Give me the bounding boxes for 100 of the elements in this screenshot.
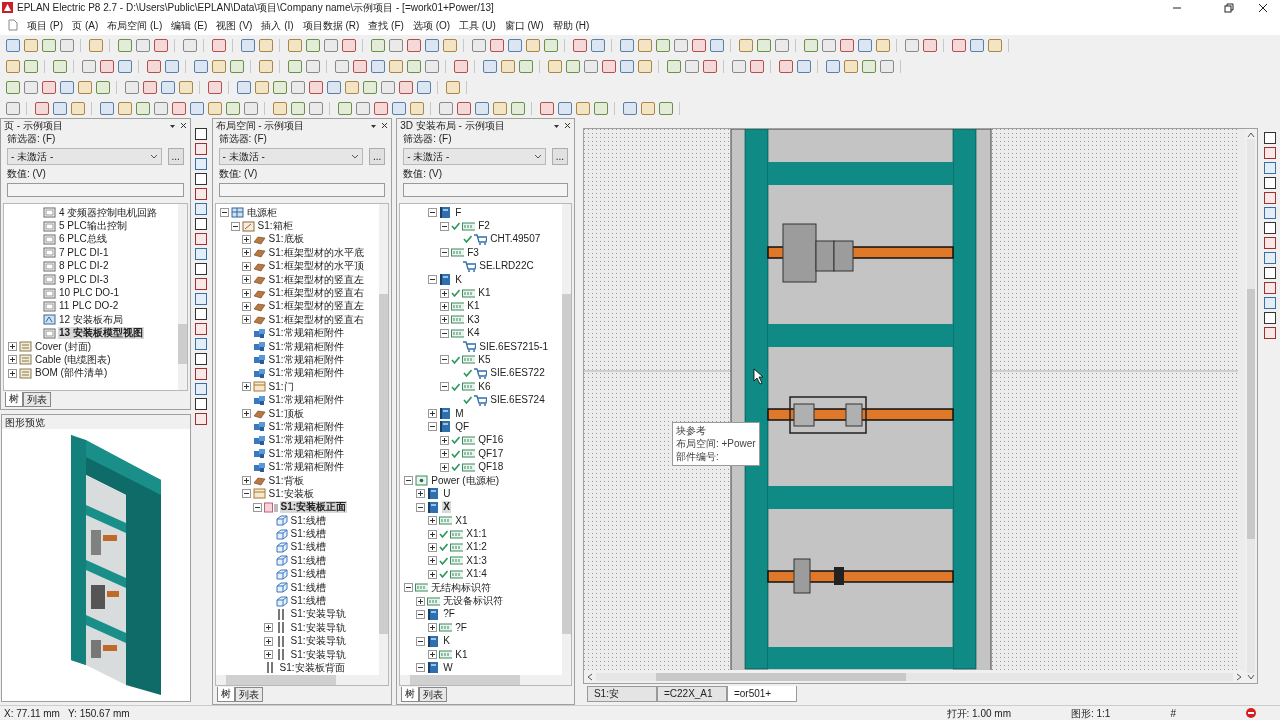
toolbar-button[interactable] (970, 39, 984, 52)
collapse-icon[interactable] (404, 583, 414, 593)
toolbar-button[interactable] (100, 60, 114, 73)
toolbar-button[interactable] (674, 39, 688, 52)
toolbar-button[interactable] (392, 102, 406, 115)
toolbar-button[interactable] (154, 39, 168, 52)
toolbar-button[interactable] (96, 81, 110, 94)
tree-item[interactable]: S1:安装导轨 (289, 635, 347, 648)
collapse-icon[interactable] (230, 221, 240, 231)
expand-icon[interactable] (263, 636, 273, 646)
toolbar-button[interactable] (594, 102, 608, 115)
expand-icon[interactable] (428, 650, 438, 660)
collapse-icon[interactable] (416, 502, 426, 512)
tree-item[interactable]: Cover (封面) (34, 340, 93, 353)
tree-item[interactable]: ?F (454, 621, 468, 634)
menu-item[interactable]: 页 (A) (72, 17, 99, 33)
tree-item[interactable]: X1:1 (465, 528, 488, 541)
drawing-tool-button[interactable] (1264, 192, 1277, 204)
more-button[interactable]: ... (551, 148, 568, 165)
toolbar-button[interactable] (508, 39, 522, 52)
panel-tab[interactable]: 树 (5, 392, 23, 407)
expand-icon[interactable] (428, 623, 438, 633)
expand-icon[interactable] (440, 315, 450, 325)
drawing-tool-button[interactable] (195, 218, 208, 230)
tree-item[interactable]: 5 PLC输出控制 (58, 220, 128, 233)
collapse-icon[interactable] (404, 476, 414, 485)
toolbar-button[interactable] (324, 39, 338, 52)
toolbar-button[interactable] (692, 39, 706, 52)
tree-item[interactable]: SIE.6ES724 (489, 394, 546, 407)
toolbar-button[interactable] (53, 60, 67, 73)
toolbar-button[interactable] (291, 81, 305, 94)
toolbar-button[interactable] (53, 102, 67, 115)
expand-icon[interactable] (416, 596, 426, 606)
tree-item[interactable]: S1:常规箱柜附件 (267, 434, 345, 447)
tree-item[interactable]: M (454, 407, 465, 420)
tree-item[interactable]: F3 (466, 246, 480, 259)
drawing-tool-button[interactable] (195, 278, 208, 290)
menu-item[interactable]: 项目数据 (R) (302, 17, 360, 33)
tree-item[interactable]: Cable (电缆图表) (34, 354, 112, 366)
toolbar-button[interactable] (338, 102, 352, 115)
tree-item[interactable]: X1:2 (465, 541, 488, 554)
value-input[interactable] (218, 183, 386, 197)
toolbar-button[interactable] (42, 39, 56, 52)
toolbar-button[interactable] (241, 39, 255, 52)
expand-icon[interactable] (241, 234, 251, 244)
tree-item[interactable]: 电源柜 (245, 206, 278, 219)
document-tab[interactable]: S1:安 (586, 686, 657, 702)
drawing-tool-button[interactable] (195, 398, 208, 410)
toolbar-button[interactable] (826, 60, 840, 73)
tree-item[interactable]: U (442, 487, 452, 500)
drawing-tool-button[interactable] (195, 143, 208, 155)
drawing-tool-button[interactable] (1264, 177, 1277, 189)
tree-item[interactable]: S1:常规箱柜附件 (267, 367, 345, 380)
toolbar-button[interactable] (407, 39, 421, 52)
toolbar-button[interactable] (750, 60, 764, 73)
toolbar-button[interactable] (417, 81, 431, 94)
toolbar-button[interactable] (454, 60, 468, 73)
expand-icon[interactable] (241, 261, 251, 271)
collapse-icon[interactable] (416, 636, 426, 646)
tree-item[interactable]: S1:线槽 (289, 541, 327, 554)
drawing-tool-button[interactable] (1264, 327, 1277, 339)
toolbar-button[interactable] (190, 102, 204, 115)
filter-dropdown[interactable]: - 未激活 - (403, 148, 546, 165)
tree-item[interactable]: K4 (466, 327, 481, 340)
filter-dropdown[interactable]: - 未激活 - (218, 148, 364, 165)
toolbar-button[interactable] (519, 60, 533, 73)
toolbar-button[interactable] (288, 39, 302, 52)
drawing-tool-button[interactable] (1264, 147, 1277, 159)
toolbar-button[interactable] (309, 81, 323, 94)
toolbar-button[interactable] (620, 39, 634, 52)
tree-item[interactable]: S1:框架型材的水平底 (267, 246, 365, 259)
toolbar-button[interactable] (161, 81, 175, 94)
menu-item[interactable]: 窗口 (W) (504, 17, 544, 33)
tree-item[interactable]: SIE.6ES7215-1 (478, 340, 550, 353)
vertical-scrollbar[interactable] (379, 204, 389, 685)
collapse-icon[interactable] (416, 663, 426, 673)
expand-icon[interactable] (241, 248, 251, 258)
expand-icon[interactable] (440, 288, 450, 298)
toolbar-button[interactable] (775, 39, 789, 52)
toolbar-button[interactable] (306, 39, 320, 52)
collapse-icon[interactable] (219, 208, 229, 218)
tree-item[interactable]: K1 (466, 300, 481, 313)
tree-item[interactable]: S1:常规箱柜附件 (267, 447, 345, 460)
toolbar-button[interactable] (638, 39, 652, 52)
expand-icon[interactable] (428, 542, 438, 552)
tree-item[interactable]: S1:线槽 (289, 581, 327, 594)
tree-item[interactable]: S1:框架型材的竖直左 (267, 300, 365, 313)
collapse-icon[interactable] (440, 382, 450, 392)
toolbar-button[interactable] (822, 39, 836, 52)
toolbar-button[interactable] (353, 60, 367, 73)
toolbar-button[interactable] (558, 102, 572, 115)
toolbar-button[interactable] (710, 39, 724, 52)
toolbar-button[interactable] (342, 39, 356, 52)
pin-icon[interactable] (168, 122, 176, 129)
expand-icon[interactable] (428, 556, 438, 566)
toolbar-button[interactable] (602, 60, 616, 73)
horizontal-scrollbar[interactable] (400, 675, 562, 685)
close-icon[interactable] (1258, 2, 1268, 13)
tree-item[interactable]: S1:常规箱柜附件 (267, 340, 345, 353)
tree-item[interactable]: 无结构标识符 (430, 581, 493, 594)
